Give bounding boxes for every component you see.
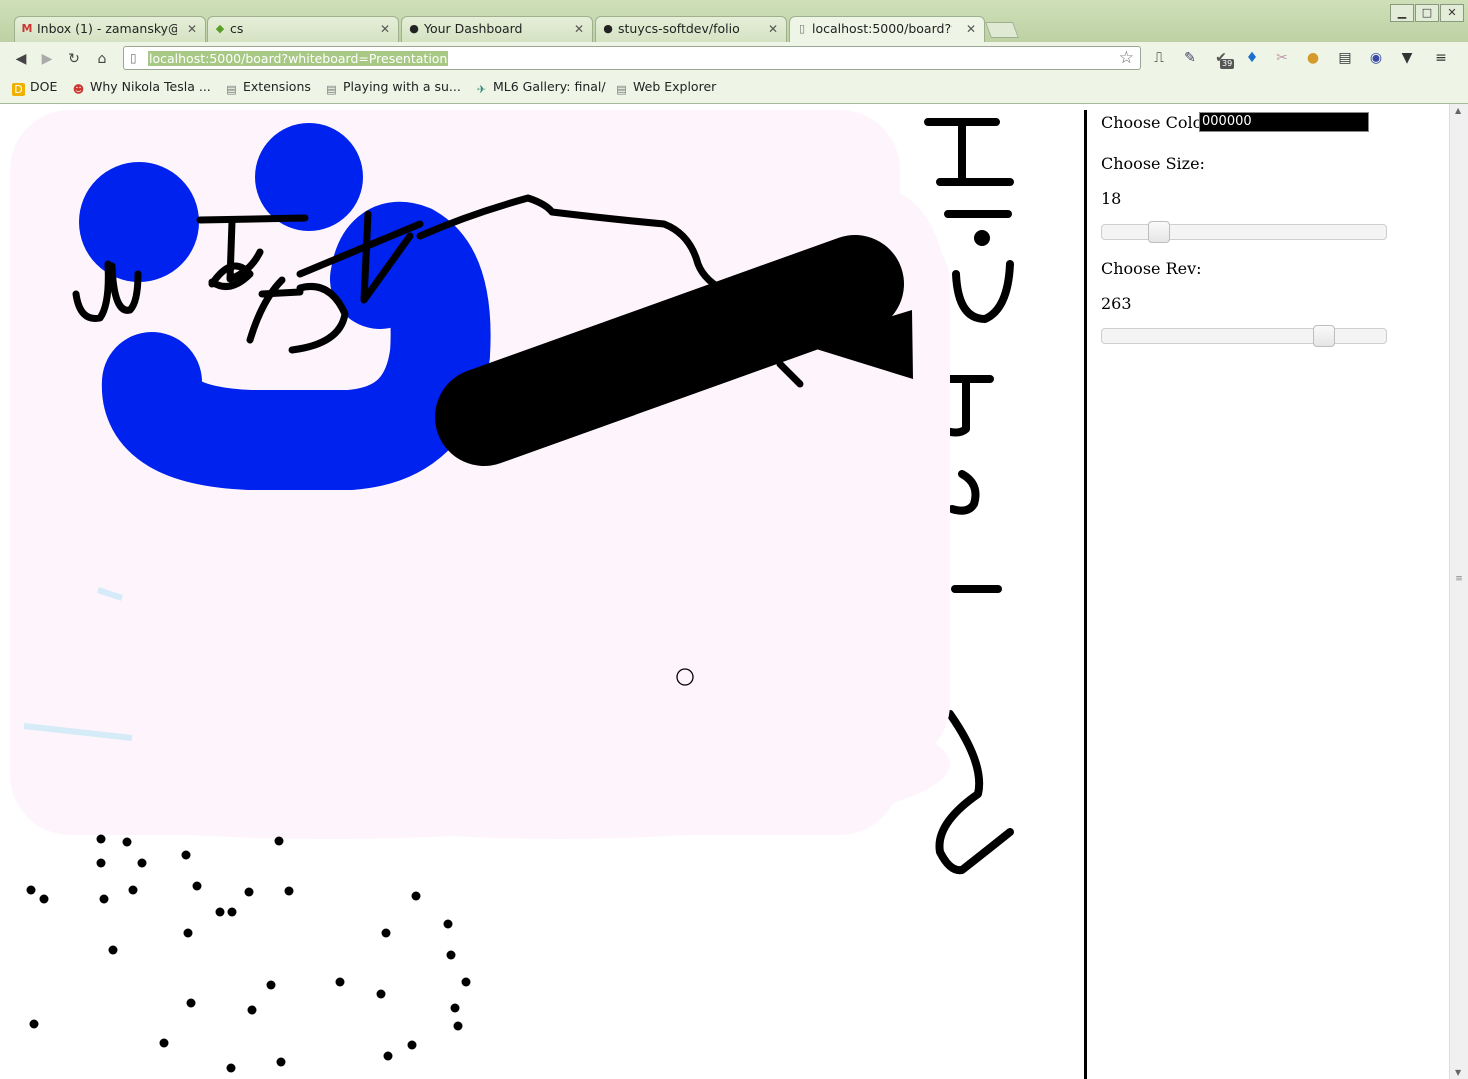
rev-slider-thumb[interactable]: [1313, 325, 1336, 347]
scroll-down-icon[interactable]: ▼: [1455, 1068, 1461, 1077]
page-icon: ▤: [616, 83, 627, 96]
extension-badge: 39: [1220, 59, 1235, 69]
list-icon[interactable]: ▤: [1336, 49, 1354, 67]
tab-strip: M Inbox (1) - zamansky@ ✕ ◆ cs ✕ ● Your …: [0, 0, 1468, 42]
bookmark-label: ML6 Gallery: final/: [493, 79, 606, 94]
address-bar[interactable]: ▯ localhost:5000/board?whiteboard=Presen…: [123, 46, 1141, 70]
github-icon: ●: [603, 22, 613, 35]
bookmark-tesla[interactable]: ☻ Why Nikola Tesla ...: [72, 79, 211, 96]
bookmark-web-explorer[interactable]: ▤ Web Explorer: [615, 79, 716, 96]
home-icon[interactable]: ⌂: [93, 50, 111, 68]
page-icon: ▤: [326, 83, 337, 96]
size-label: Choose Size:: [1101, 154, 1205, 173]
whiteboard-canvas[interactable]: [0, 104, 1084, 1079]
close-tab-icon[interactable]: ✕: [768, 17, 778, 41]
minimize-button[interactable]: ▁: [1390, 4, 1414, 22]
bookmark-label: DOE: [30, 79, 58, 94]
page-content: Choose Color: 000000 Choose Size: 18 Cho…: [0, 104, 1468, 1079]
bookmark-playing[interactable]: ▤ Playing with a su...: [325, 79, 461, 96]
scroll-thumb[interactable]: ≡: [1453, 574, 1465, 588]
tab-localhost-board[interactable]: ▯ localhost:5000/board?w ✕: [789, 16, 985, 42]
rev-label: Choose Rev:: [1101, 259, 1202, 278]
reload-icon[interactable]: ↻: [65, 50, 83, 68]
bookmark-label: Extensions: [243, 79, 311, 94]
rev-value: 263: [1101, 294, 1132, 313]
bookmark-label: Web Explorer: [633, 79, 717, 94]
tab-title: stuycs-softdev/folio: [618, 21, 740, 36]
cat-icon[interactable]: ●: [1304, 49, 1322, 67]
page-icon: ▤: [226, 83, 237, 96]
bookmark-doe[interactable]: D DOE: [12, 79, 57, 96]
bookmark-manager-icon[interactable]: ⎍: [1150, 49, 1168, 67]
url-text[interactable]: localhost:5000/board?whiteboard=Presenta…: [148, 51, 449, 66]
size-value: 18: [1101, 189, 1122, 208]
scissors-icon[interactable]: ✂: [1273, 49, 1291, 67]
bookmark-label: Playing with a su...: [343, 79, 461, 94]
size-slider[interactable]: [1101, 221, 1387, 243]
tab-cs[interactable]: ◆ cs ✕: [207, 16, 399, 42]
new-tab-button[interactable]: [985, 22, 1019, 38]
tab-folio[interactable]: ● stuycs-softdev/folio ✕: [595, 16, 787, 42]
github-icon: ●: [409, 22, 419, 35]
feedly-icon: ◆: [215, 22, 225, 35]
scroll-up-icon[interactable]: ▲: [1455, 106, 1461, 115]
extension-checker-icon[interactable]: ✔ 39: [1212, 49, 1235, 69]
bookmark-extensions[interactable]: ▤ Extensions: [225, 79, 311, 96]
gmail-icon: M: [21, 22, 33, 35]
vertical-scrollbar[interactable]: ▲ ≡ ▼: [1449, 104, 1468, 1079]
page-icon: ▯: [130, 51, 137, 65]
globe-icon[interactable]: ◉: [1367, 49, 1385, 67]
pocket-icon[interactable]: ▼: [1398, 49, 1416, 67]
color-input[interactable]: 000000: [1199, 112, 1369, 132]
bookmark-label: Why Nikola Tesla ...: [90, 79, 211, 94]
forward-icon[interactable]: ▶: [38, 50, 56, 68]
page-icon: ▯: [798, 22, 806, 35]
back-icon[interactable]: ◀: [12, 50, 30, 68]
rev-slider[interactable]: [1101, 325, 1387, 347]
close-window-button[interactable]: ✕: [1440, 4, 1464, 22]
eyedropper-icon[interactable]: ✎: [1181, 49, 1199, 67]
close-tab-icon[interactable]: ✕: [966, 17, 976, 41]
close-tab-icon[interactable]: ✕: [574, 17, 584, 41]
menu-icon[interactable]: ≡: [1432, 49, 1450, 67]
size-slider-thumb[interactable]: [1148, 221, 1171, 243]
tab-your-dashboard[interactable]: ● Your Dashboard ✕: [401, 16, 593, 42]
oatmeal-icon: ☻: [72, 83, 85, 96]
tab-title: localhost:5000/board?w: [812, 21, 952, 36]
ml6-icon: ✈: [476, 83, 487, 96]
close-tab-icon[interactable]: ✕: [380, 17, 390, 41]
tab-title: Inbox (1) - zamansky@: [37, 21, 177, 36]
close-tab-icon[interactable]: ✕: [187, 17, 197, 41]
tab-title: Your Dashboard: [424, 21, 523, 36]
maximize-button[interactable]: □: [1415, 4, 1439, 22]
bookmarks-bar: [0, 74, 1468, 103]
dot-scatter: [26, 834, 471, 1073]
tab-inbox[interactable]: M Inbox (1) - zamansky@ ✕: [14, 16, 206, 42]
browser-chrome: M Inbox (1) - zamansky@ ✕ ◆ cs ✕ ● Your …: [0, 0, 1468, 104]
bookmark-star-icon[interactable]: ☆: [1119, 48, 1134, 68]
doe-icon: D: [12, 83, 25, 96]
bookmark-ml6[interactable]: ✈ ML6 Gallery: final/: [475, 79, 606, 96]
board-divider: [1084, 110, 1087, 1079]
diamond-icon[interactable]: ♦: [1243, 49, 1261, 67]
tab-title: cs: [230, 21, 244, 36]
